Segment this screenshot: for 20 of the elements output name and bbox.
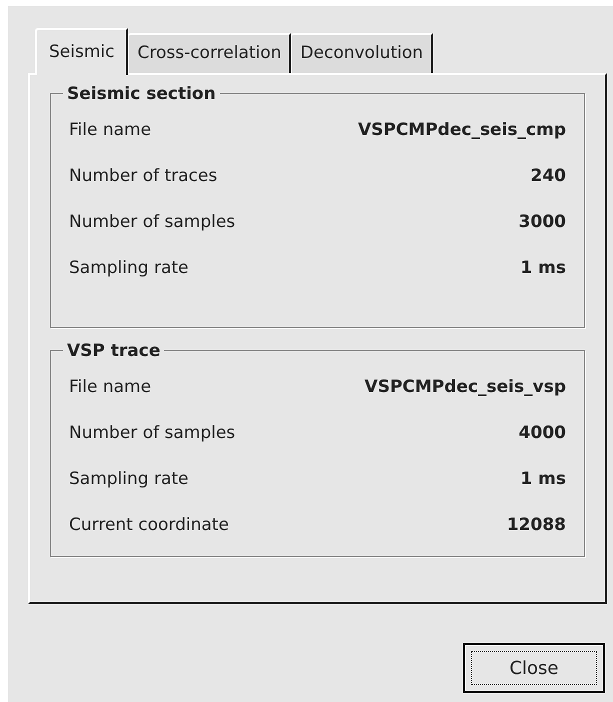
field-value: 12088 [506, 514, 566, 538]
field-label: Sampling rate [69, 257, 189, 280]
field-value: 1 ms [520, 468, 566, 492]
field-value: VSPCMPdec_seis_vsp [364, 376, 566, 400]
close-button[interactable]: Close [463, 643, 605, 693]
field-value: 3000 [518, 211, 566, 234]
field-label: Number of samples [69, 211, 236, 234]
field-label: Current coordinate [69, 514, 229, 538]
field-label: Number of samples [69, 422, 236, 446]
tab[interactable]: Cross-correlation [128, 33, 292, 73]
field-label: File name [69, 376, 152, 400]
field-value: 4000 [518, 422, 566, 446]
field-value: VSPCMPdec_seis_cmp [358, 119, 566, 142]
tab[interactable]: Deconvolution [291, 33, 434, 73]
field-label: File name [69, 119, 152, 142]
field-label: Number of traces [69, 165, 218, 188]
field-value: 240 [530, 165, 566, 188]
tab[interactable]: Seismic [35, 28, 128, 75]
field-label: Sampling rate [69, 468, 189, 492]
field-value: 1 ms [520, 257, 566, 280]
